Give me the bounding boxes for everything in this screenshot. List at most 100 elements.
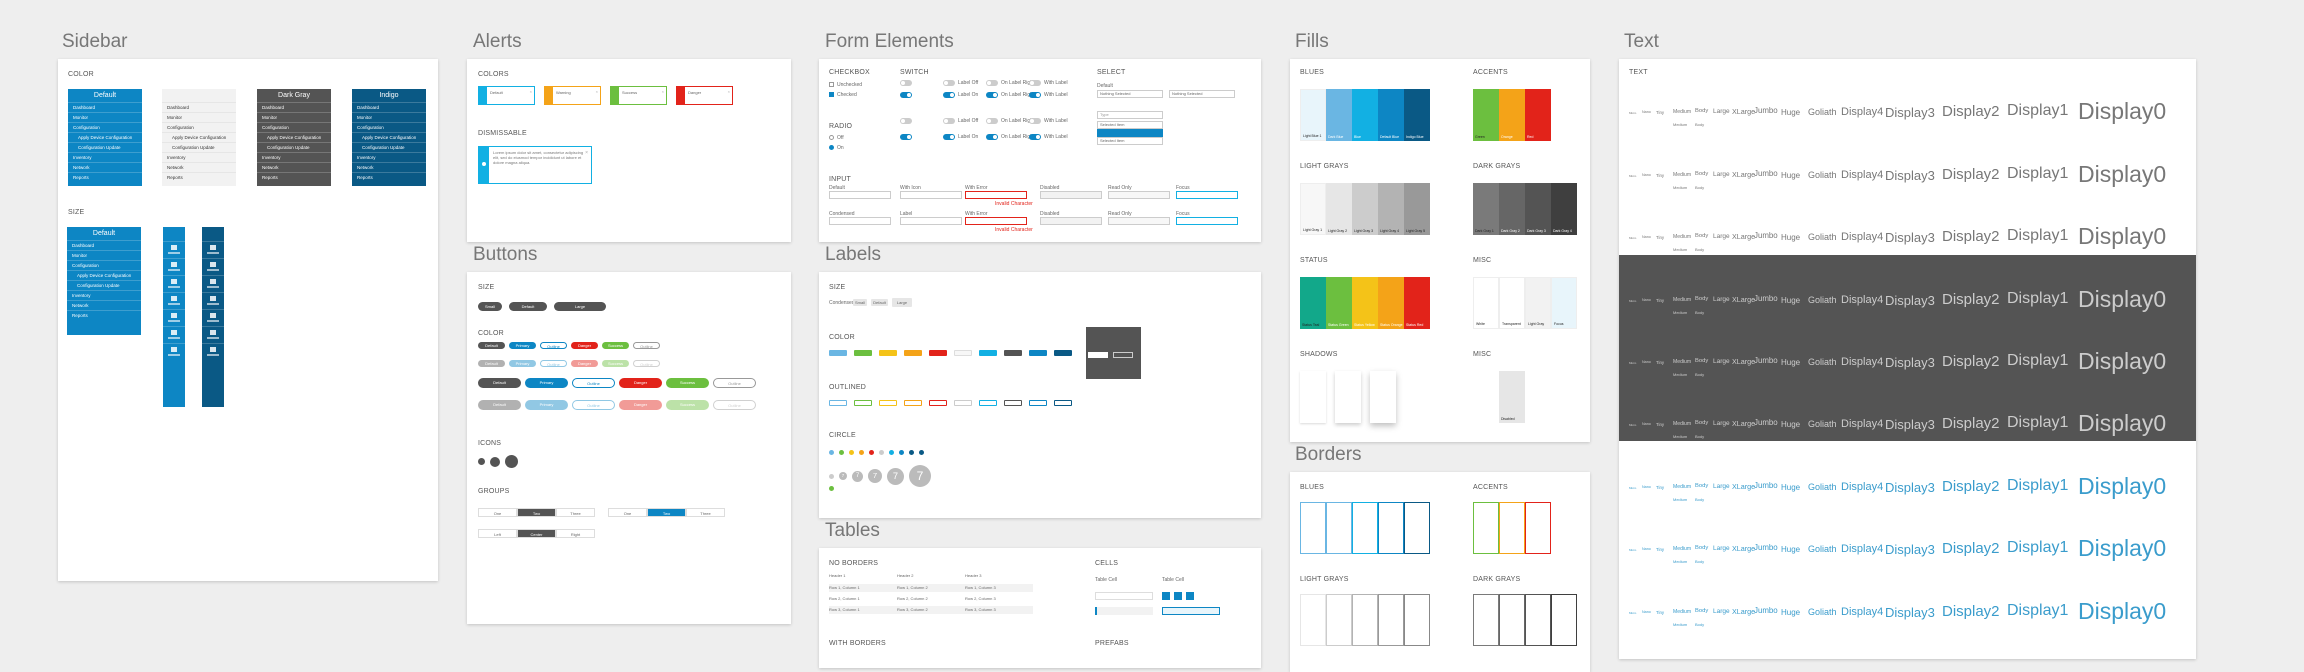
sidebar-item[interactable]: Configuration [162,122,236,132]
toggle-switch[interactable] [986,134,998,140]
sidebar-item[interactable]: Configuration Update [257,142,331,152]
button-group-item[interactable]: Three [686,508,725,517]
button-success[interactable]: Success [666,378,709,388]
sidebar-item[interactable]: Reports [352,172,426,182]
button-primary[interactable]: Primary [509,360,536,367]
button-outline[interactable]: Outline [540,342,567,349]
button-group-item[interactable]: One [608,508,647,517]
button-danger[interactable]: Danger [571,342,598,349]
close-icon[interactable]: × [728,89,730,94]
toggle-switch[interactable] [900,118,912,124]
table-cell-selected[interactable] [1095,607,1153,615]
sidebar-item[interactable]: Monitor [162,112,236,122]
text-input[interactable] [965,191,1027,199]
close-icon[interactable]: × [585,150,588,156]
select-option[interactable]: Selected Item [1097,121,1163,129]
button-group-item[interactable]: Left [478,529,517,538]
sidebar-rail-item[interactable] [163,258,185,275]
toggle-switch[interactable] [986,118,998,124]
sidebar-item[interactable]: Dashboard [162,102,236,112]
icon-button-default[interactable] [490,457,500,467]
toggle-switch[interactable] [943,92,955,98]
toggle-switch[interactable] [900,92,912,98]
sidebar-size-item[interactable]: Monitor [67,250,141,260]
checkbox-checked[interactable] [829,92,834,97]
radio-off[interactable] [829,135,834,140]
sidebar-size-item[interactable]: Configuration Update [67,280,141,290]
button-primary[interactable]: Primary [525,378,568,388]
text-input[interactable] [829,217,891,225]
text-input[interactable] [829,191,891,199]
icon-button-large[interactable] [505,455,518,468]
sidebar-rail-item[interactable] [202,292,224,309]
sidebar-item[interactable]: Network [162,162,236,172]
sidebar-item[interactable]: Monitor [257,112,331,122]
button-outline[interactable]: Outline [633,360,660,367]
sidebar-item[interactable]: Reports [257,172,331,182]
sidebar-rail-item[interactable] [163,275,185,292]
button-primary[interactable]: Primary [509,342,536,349]
toggle-switch[interactable] [986,92,998,98]
toggle-switch[interactable] [1029,118,1041,124]
sidebar-item[interactable]: Configuration Update [68,142,142,152]
sidebar-size-item[interactable]: Reports [67,310,141,320]
button-outline[interactable]: Outline [633,342,660,349]
sidebar-item[interactable]: Apply Device Configuration [162,132,236,142]
button-default[interactable]: Default [478,360,505,367]
sidebar-item[interactable]: Inventory [352,152,426,162]
sidebar-item[interactable]: Reports [68,172,142,182]
sidebar-item[interactable]: Dashboard [257,102,331,112]
sidebar-rail-item[interactable] [163,292,185,309]
toggle-switch[interactable] [943,80,955,86]
sidebar-item[interactable]: Monitor [352,112,426,122]
sidebar-item[interactable]: Configuration [352,122,426,132]
button-default[interactable]: Default [478,342,505,349]
sidebar-rail-item[interactable] [202,309,224,326]
button-large[interactable]: Large [554,302,606,311]
text-input[interactable] [965,217,1027,225]
sidebar-rail-item[interactable] [163,309,185,326]
sidebar-item[interactable]: Apply Device Configuration [257,132,331,142]
sidebar-item[interactable]: Dashboard [68,102,142,112]
button-primary[interactable]: Primary [525,400,568,410]
button-small[interactable]: Small [478,302,502,311]
sidebar-item[interactable]: Apply Device Configuration [352,132,426,142]
button-success[interactable]: Success [666,400,709,410]
table-cell-focus[interactable] [1162,607,1220,615]
button-group-item[interactable]: One [478,508,517,517]
toggle-switch[interactable] [943,134,955,140]
sidebar-item[interactable]: Configuration Update [162,142,236,152]
close-icon[interactable]: × [530,89,532,94]
sidebar-rail-item[interactable] [202,343,224,360]
toggle-switch[interactable] [943,118,955,124]
sidebar-item[interactable]: Configuration [257,122,331,132]
button-outline[interactable]: Outline [540,360,567,367]
button-default[interactable]: Default [509,302,547,311]
sidebar-item[interactable]: Inventory [257,152,331,162]
sidebar-rail-item[interactable] [202,241,224,258]
icon-button-small[interactable] [478,458,485,465]
sidebar-rail-item[interactable] [202,326,224,343]
select-dropdown-condensed[interactable]: Nothing Selected [1169,90,1235,98]
select-search[interactable]: Type [1097,111,1163,119]
toggle-switch[interactable] [1029,92,1041,98]
button-outline[interactable]: Outline [572,400,615,410]
toggle-switch[interactable] [900,134,912,140]
sidebar-item[interactable]: Dashboard [352,102,426,112]
button-group-item[interactable]: Center [517,529,556,538]
button-outline[interactable]: Outline [713,400,756,410]
button-group-item[interactable]: Two [647,508,686,517]
sidebar-item[interactable]: Monitor [68,112,142,122]
button-success[interactable]: Success [602,342,629,349]
button-danger[interactable]: Danger [619,378,662,388]
sidebar-rail-item[interactable] [163,326,185,343]
button-danger[interactable]: Danger [619,400,662,410]
sidebar-item[interactable]: Network [257,162,331,172]
sidebar-rail-item[interactable] [202,258,224,275]
close-icon[interactable]: × [596,89,598,94]
sidebar-rail-item[interactable] [163,343,185,360]
sidebar-size-item[interactable]: Network [67,300,141,310]
text-input[interactable] [900,217,962,225]
sidebar-size-item[interactable]: Configuration [67,260,141,270]
button-danger[interactable]: Danger [571,360,598,367]
